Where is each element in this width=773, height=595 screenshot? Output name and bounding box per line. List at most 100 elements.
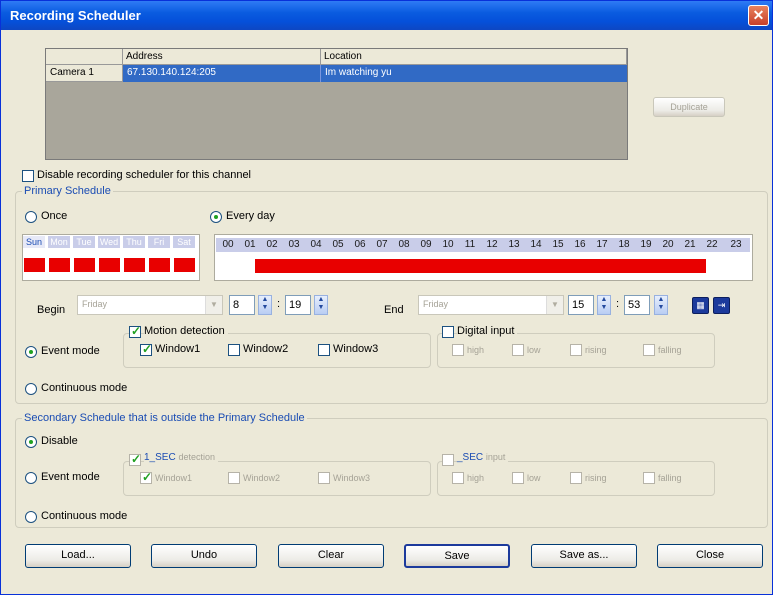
begin-minute-spinner[interactable]: ▲ ▼ (314, 295, 328, 315)
hour-header: 15 (546, 238, 570, 252)
primary-event-mode-radio[interactable] (25, 346, 37, 358)
hour-header: 23 (722, 238, 750, 252)
secondary-digital-falling-label: falling (658, 473, 682, 483)
day-block-fri[interactable] (149, 258, 170, 272)
secondary-digital-high-checkbox[interactable] (452, 472, 464, 484)
end-minute-spinner[interactable]: ▲ ▼ (654, 295, 668, 315)
close-icon[interactable]: ✕ (748, 5, 769, 26)
hour-header: 22 (700, 238, 724, 252)
day-header-sun: Sun (23, 236, 45, 248)
once-radio[interactable] (25, 211, 37, 223)
end-hour-spinner[interactable]: ▲ ▼ (597, 295, 611, 315)
end-day-select[interactable]: Friday ▼ (418, 295, 564, 315)
secondary-continuous-mode-label: Continuous mode (41, 510, 128, 522)
begin-day-select[interactable]: Friday ▼ (77, 295, 223, 315)
secondary-window3-checkbox[interactable] (318, 472, 330, 484)
disable-channel-checkbox[interactable] (22, 170, 34, 182)
table-cell-camera[interactable]: Camera 1 (46, 65, 123, 82)
close-button[interactable]: Close (657, 544, 763, 568)
secondary-digital-low-checkbox[interactable] (512, 472, 524, 484)
secondary-window2-checkbox[interactable] (228, 472, 240, 484)
day-block-wed[interactable] (99, 258, 120, 272)
save-button[interactable]: Save (404, 544, 510, 568)
hour-header: 19 (634, 238, 658, 252)
day-block-thu[interactable] (124, 258, 145, 272)
day-header-wed: Wed (98, 236, 120, 248)
secondary-window1-checkbox[interactable] (140, 470, 152, 484)
end-minute-input[interactable]: 53 (624, 295, 650, 315)
table-cell-location[interactable]: Im watching yu (321, 65, 627, 82)
day-block-tue[interactable] (74, 258, 95, 272)
begin-hour-spinner[interactable]: ▲ ▼ (258, 295, 272, 315)
secondary-event-mode-radio[interactable] (25, 472, 37, 484)
end-hour-input[interactable]: 15 (568, 295, 594, 315)
primary-continuous-mode-label: Continuous mode (41, 382, 128, 394)
disable-channel-label: Disable recording scheduler for this cha… (37, 169, 252, 181)
hour-range-bar[interactable] (255, 259, 706, 273)
save-as-button[interactable]: Save as... (531, 544, 637, 568)
secondary-digital-label-suffix: input (485, 452, 506, 462)
secondary-disable-label: Disable (41, 435, 78, 447)
begin-label: Begin (37, 304, 66, 316)
secondary-window3-label: Window3 (333, 473, 371, 483)
secondary-digital-label: _SEC input (457, 452, 509, 463)
window-title: Recording Scheduler (10, 8, 141, 23)
secondary-digital-checkbox[interactable] (442, 454, 454, 466)
secondary-motion-checkbox[interactable] (129, 452, 141, 466)
hour-header: 03 (282, 238, 306, 252)
hour-header: 06 (348, 238, 372, 252)
day-block-sun[interactable] (24, 258, 45, 272)
digital-input-label: Digital input (457, 325, 518, 337)
hour-header: 21 (678, 238, 702, 252)
everyday-radio[interactable] (210, 211, 222, 223)
load-button[interactable]: Load... (25, 544, 131, 568)
digital-high-label: high (467, 345, 485, 355)
everyday-label: Every day (226, 210, 275, 222)
digital-falling-label: falling (658, 345, 682, 355)
table-header-location[interactable]: Location (321, 49, 627, 65)
secondary-disable-radio[interactable] (25, 436, 37, 448)
secondary-digital-rising-checkbox[interactable] (570, 472, 582, 484)
day-block-mon[interactable] (49, 258, 70, 272)
window1-checkbox[interactable] (140, 342, 152, 356)
window2-checkbox[interactable] (228, 344, 240, 356)
table-cell-address[interactable]: 67.130.140.124:205 (123, 65, 321, 82)
begin-minute-input[interactable]: 19 (285, 295, 311, 315)
window3-label: Window3 (333, 343, 379, 355)
recording-scheduler-window: Recording Scheduler ✕ Address Location C… (0, 0, 773, 595)
day-header-mon: Mon (48, 236, 70, 248)
table-header-camera (46, 49, 123, 65)
title-bar[interactable]: Recording Scheduler ✕ (1, 1, 772, 30)
digital-low-checkbox[interactable] (512, 344, 524, 356)
begin-hour-input[interactable]: 8 (229, 295, 255, 315)
duplicate-button[interactable]: Duplicate (653, 97, 725, 117)
secondary-motion-label: 1_SEC detection (144, 452, 218, 463)
table-header-address[interactable]: Address (123, 49, 321, 65)
motion-detection-checkbox[interactable] (129, 324, 141, 338)
hour-header: 13 (502, 238, 526, 252)
undo-button[interactable]: Undo (151, 544, 257, 568)
secondary-motion-label-main: 1_SEC (144, 452, 176, 463)
apply-range-icon[interactable]: ⇥ (713, 297, 730, 314)
end-label: End (384, 304, 404, 316)
secondary-continuous-mode-radio[interactable] (25, 511, 37, 523)
hour-header: 04 (304, 238, 328, 252)
calendar-icon[interactable]: ▦ (692, 297, 709, 314)
clear-button[interactable]: Clear (278, 544, 384, 568)
window3-checkbox[interactable] (318, 344, 330, 356)
primary-continuous-mode-radio[interactable] (25, 383, 37, 395)
secondary-digital-falling-checkbox[interactable] (643, 472, 655, 484)
hour-header: 01 (238, 238, 262, 252)
chevron-down-icon[interactable]: ▼ (205, 296, 222, 314)
digital-input-checkbox[interactable] (442, 326, 454, 338)
digital-rising-label: rising (585, 345, 607, 355)
day-block-sat[interactable] (174, 258, 195, 272)
digital-high-checkbox[interactable] (452, 344, 464, 356)
secondary-motion-label-suffix: detection (178, 452, 215, 462)
digital-falling-checkbox[interactable] (643, 344, 655, 356)
motion-detection-label: Motion detection (144, 325, 228, 337)
digital-rising-checkbox[interactable] (570, 344, 582, 356)
secondary-window1-label: Window1 (155, 473, 193, 483)
chevron-down-icon[interactable]: ▼ (546, 296, 563, 314)
digital-low-label: low (527, 345, 541, 355)
